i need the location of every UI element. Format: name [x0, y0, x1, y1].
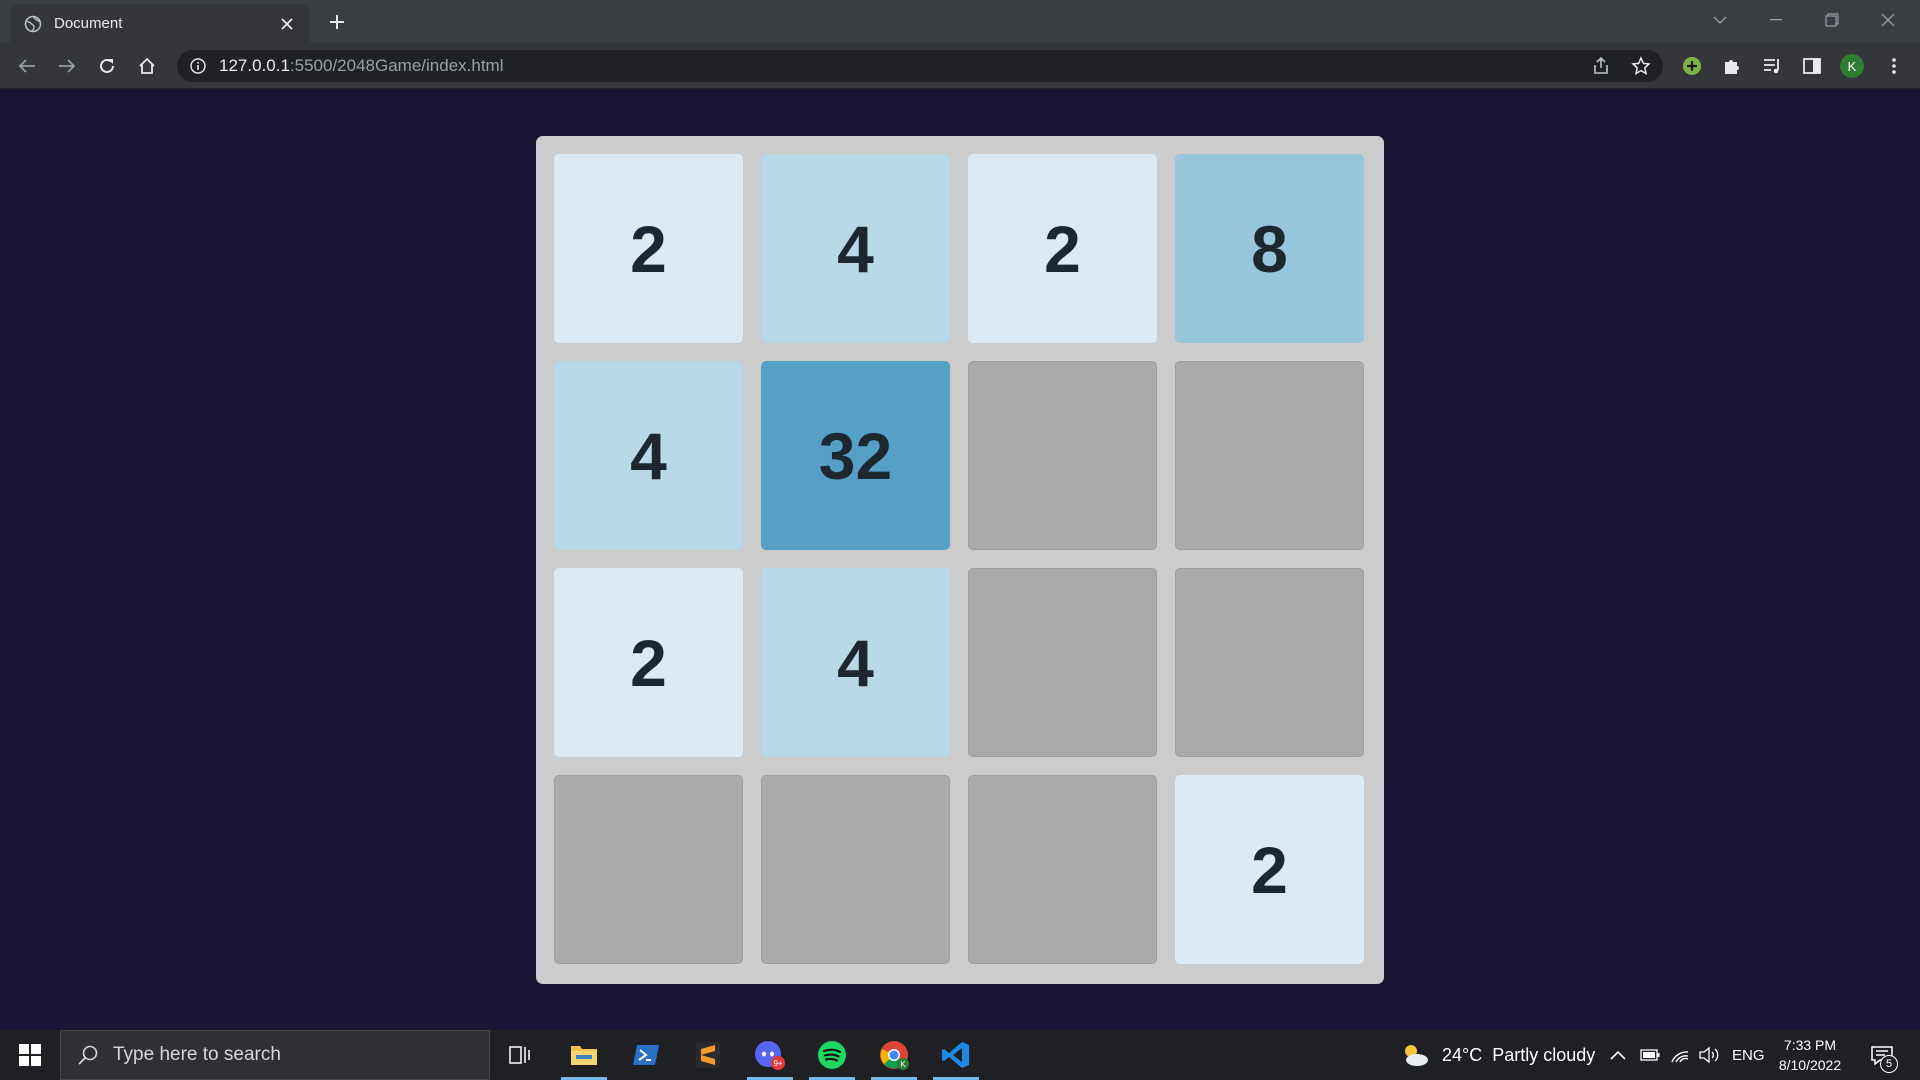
tile-32: 32 — [761, 361, 950, 550]
search-placeholder: Type here to search — [113, 1044, 281, 1065]
browser-menu-icon[interactable] — [1880, 52, 1908, 80]
extension-plus-icon[interactable] — [1678, 52, 1706, 80]
empty-cell — [554, 775, 743, 964]
weather-widget[interactable]: 24°C Partly cloudy — [1400, 1030, 1595, 1080]
file-explorer-icon[interactable] — [557, 1030, 611, 1080]
empty-cell — [1175, 568, 1364, 757]
wifi-icon[interactable] — [1670, 1030, 1690, 1080]
discord-icon[interactable]: 9+ — [743, 1030, 797, 1080]
vscode-icon[interactable] — [929, 1030, 983, 1080]
extensions-puzzle-icon[interactable] — [1718, 52, 1746, 80]
empty-cell — [968, 775, 1157, 964]
empty-cell — [1175, 361, 1364, 550]
notifications-icon[interactable]: 5 — [1866, 1039, 1900, 1073]
tile-4: 4 — [554, 361, 743, 550]
browser-tab[interactable]: Document — [10, 4, 310, 43]
task-view-icon[interactable] — [493, 1030, 547, 1080]
tile-4: 4 — [761, 568, 950, 757]
media-queue-icon[interactable] — [1758, 52, 1786, 80]
weather-text: 24°C Partly cloudy — [1442, 1044, 1596, 1065]
bookmark-star-icon[interactable] — [1627, 52, 1655, 80]
browser-tab-strip: Document — [0, 0, 1920, 43]
powershell-icon[interactable] — [619, 1030, 673, 1080]
partly-cloudy-icon — [1400, 1042, 1430, 1068]
discord-badge-count: 9+ — [773, 1059, 782, 1068]
chrome-profile-initial: K — [900, 1060, 906, 1069]
share-icon[interactable] — [1587, 52, 1615, 80]
tile-8: 8 — [1175, 154, 1364, 343]
tile-2: 2 — [968, 154, 1157, 343]
minimize-icon[interactable] — [1748, 0, 1804, 40]
spotify-icon[interactable] — [805, 1030, 859, 1080]
globe-icon — [24, 15, 42, 33]
show-hidden-icons-chevron-icon[interactable] — [1610, 1030, 1626, 1080]
volume-icon[interactable] — [1698, 1030, 1720, 1080]
home-icon[interactable] — [133, 52, 161, 80]
sublime-text-icon[interactable] — [681, 1030, 735, 1080]
search-icon — [77, 1044, 99, 1066]
empty-cell — [761, 775, 950, 964]
profile-avatar[interactable]: K — [1840, 54, 1864, 78]
close-window-icon[interactable] — [1860, 0, 1916, 40]
clock-date: 8/10/2022 — [1778, 1057, 1842, 1073]
tile-4: 4 — [761, 154, 950, 343]
site-info-icon[interactable] — [189, 57, 207, 75]
tile-2: 2 — [554, 154, 743, 343]
battery-icon[interactable] — [1640, 1030, 1660, 1080]
empty-cell — [968, 568, 1157, 757]
restore-icon[interactable] — [1804, 0, 1860, 40]
windows-start-icon[interactable] — [0, 1030, 60, 1080]
tile-2: 2 — [1175, 775, 1364, 964]
game-board: 2 4 2 8 4 32 2 4 2 — [536, 136, 1384, 984]
tab-search-chevron-icon[interactable] — [1692, 0, 1748, 40]
address-bar[interactable]: 127.0.0.1:5500/2048Game/index.html — [177, 50, 1663, 82]
clock-time: 7:33 PM — [1783, 1037, 1837, 1053]
windows-taskbar: Type here to search 9+ K 24°C Partly clo… — [0, 1030, 1920, 1080]
taskbar-search-box[interactable]: Type here to search — [60, 1030, 490, 1080]
tab-title: Document — [54, 15, 123, 32]
empty-cell — [968, 361, 1157, 550]
side-panel-icon[interactable] — [1798, 52, 1826, 80]
browser-toolbar: 127.0.0.1:5500/2048Game/index.html K — [0, 43, 1920, 89]
notification-count: 5 — [1880, 1055, 1898, 1073]
url-host: 127.0.0.1 — [219, 56, 290, 75]
url-path: :5500/2048Game/index.html — [289, 56, 504, 75]
reload-icon[interactable] — [93, 52, 121, 80]
new-tab-button[interactable] — [322, 9, 352, 35]
chrome-icon[interactable]: K — [867, 1030, 921, 1080]
system-clock[interactable]: 7:33 PM 8/10/2022 — [1770, 1035, 1850, 1075]
back-arrow-icon[interactable] — [13, 52, 41, 80]
forward-arrow-icon[interactable] — [53, 52, 81, 80]
tile-2: 2 — [554, 568, 743, 757]
input-language[interactable]: ENG — [1732, 1030, 1765, 1080]
close-tab-icon[interactable] — [278, 15, 296, 33]
